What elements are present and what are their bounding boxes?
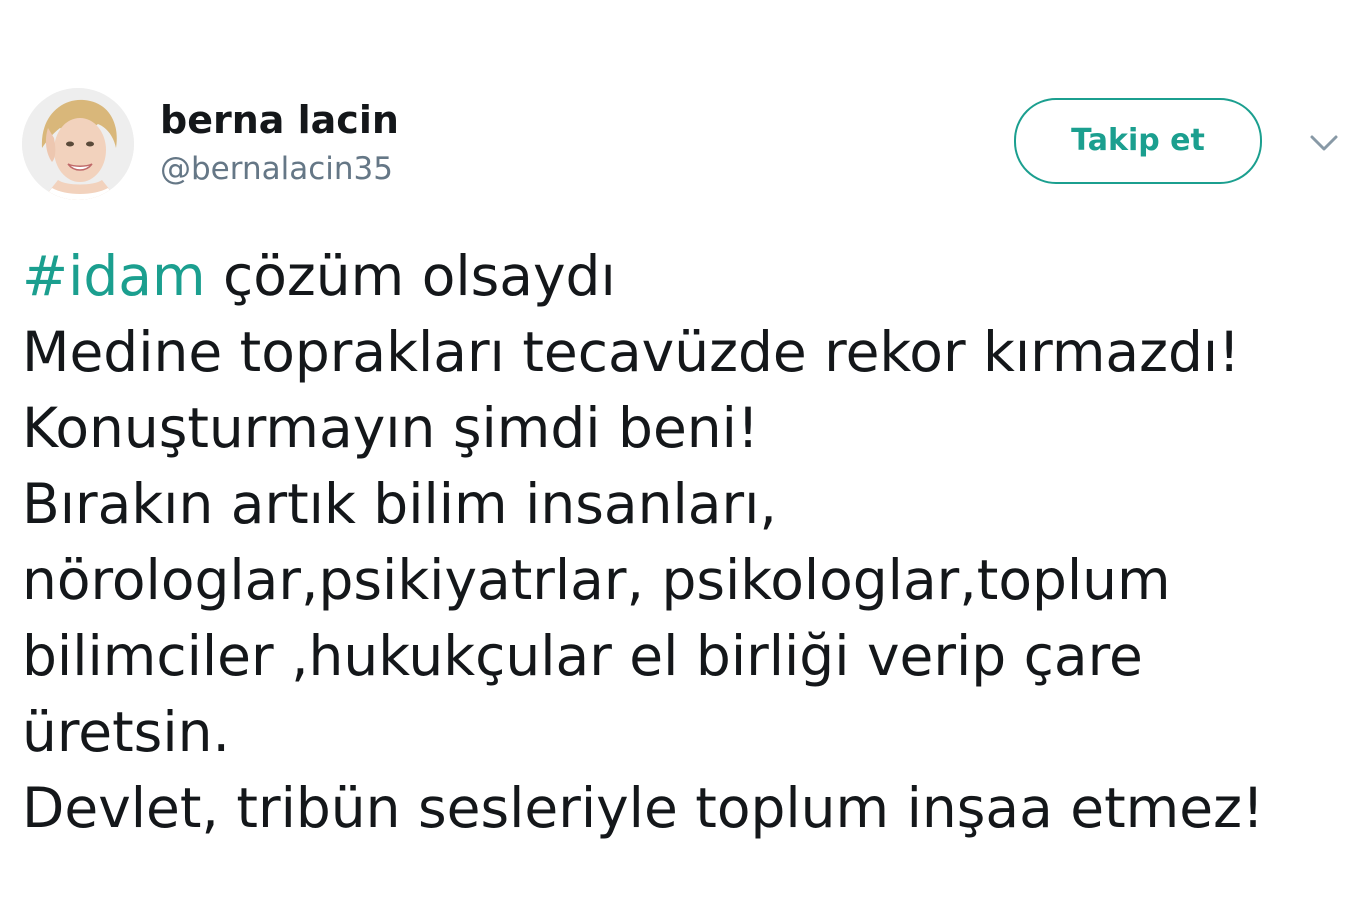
tweet-line-text: çözüm olsaydı [205, 244, 616, 308]
tweet-text: #idam çözüm olsaydı Medine toprakları te… [22, 238, 1342, 846]
tweet-line: #idam çözüm olsaydı [22, 238, 1342, 314]
user-handle[interactable]: @bernalacin35 [160, 150, 393, 188]
follow-button[interactable]: Takip et [1014, 98, 1262, 184]
chevron-down-icon [1310, 135, 1338, 151]
tweet-line: üretsin. [22, 700, 230, 764]
avatar[interactable] [22, 88, 134, 200]
tweet-line: nörologlar,psikiyatrlar, psikologlar,top… [22, 548, 1171, 612]
tweet-line: Bırakın artık bilim insanları, [22, 472, 777, 536]
tweet-menu-button[interactable] [1306, 128, 1342, 158]
avatar-photo [22, 88, 134, 200]
hashtag-link[interactable]: #idam [22, 244, 206, 308]
tweet-line: bilimciler ,hukukçular el birliği verip … [22, 624, 1143, 688]
tweet-line: Konuşturmayın şimdi beni! [22, 396, 759, 460]
tweet-card: berna lacin @bernalacin35 Takip et #idam… [0, 0, 1366, 910]
tweet-line: Medine toprakları tecavüzde rekor kırmaz… [22, 320, 1241, 384]
tweet-line: Devlet, tribün sesleriyle toplum inşaa e… [22, 776, 1265, 840]
user-name[interactable]: berna lacin [160, 98, 399, 142]
